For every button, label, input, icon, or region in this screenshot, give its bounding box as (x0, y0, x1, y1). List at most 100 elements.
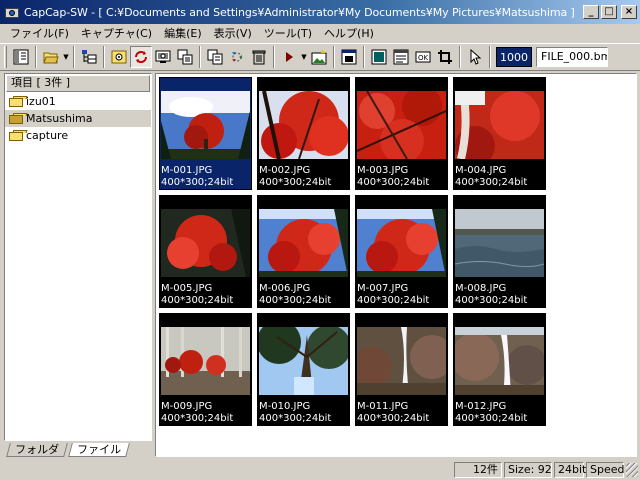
thumbnail-filename: M-012.JPG (455, 401, 507, 412)
pane-tabs: フォルダ ファイル (4, 441, 152, 457)
thumbnail-item[interactable]: M-005.JPG 400*300;24bit (159, 195, 252, 308)
recycle-icon[interactable] (226, 46, 248, 68)
thumbnail-item[interactable]: M-006.JPG 400*300;24bit (257, 195, 350, 308)
thumbnail-caption: M-005.JPG 400*300;24bit (161, 283, 233, 307)
thumbnail-info: 400*300;24bit (455, 413, 528, 424)
folder-label: capture (26, 129, 69, 142)
menu-view[interactable]: 表示(V) (208, 25, 258, 41)
thumbnail-item[interactable]: M-011.JPG 400*300;24bit (355, 313, 448, 426)
thumbnail-item[interactable]: M-012.JPG 400*300;24bit (453, 313, 546, 426)
folder-list-header[interactable]: 項目 [ 3件 ] (6, 75, 150, 92)
thumbnail-filename: M-005.JPG (161, 283, 213, 294)
ok-icon[interactable]: OK (412, 46, 434, 68)
thumbnail-item[interactable]: M-001.JPG 400*300;24bit (159, 77, 252, 190)
minimize-button[interactable]: _ (583, 5, 599, 19)
thumbnail-image (357, 91, 446, 159)
menu-edit[interactable]: 編集(E) (158, 25, 208, 41)
thumbnail-info: 400*300;24bit (259, 295, 332, 306)
text-view-icon[interactable] (390, 46, 412, 68)
photo-thumbnail (455, 327, 544, 395)
thumbnail-image (161, 327, 250, 395)
thumbnail-info: 400*300;24bit (161, 177, 234, 188)
menu-tools[interactable]: ツール(T) (258, 25, 318, 41)
thumbnail-image (357, 327, 446, 395)
filename-field[interactable]: FILE_000.bmp (536, 47, 608, 67)
copy-icon[interactable] (204, 46, 226, 68)
status-count: 12件 (454, 461, 502, 478)
capture-window-icon[interactable] (108, 46, 130, 68)
folder-pane: 項目 [ 3件 ] izu01 Matsushima capture (4, 73, 152, 441)
photo-thumbnail (161, 209, 250, 277)
toolbar-separator (35, 46, 37, 68)
toolbar: ▼ ▼ OK 1000 FILE_000.b (0, 43, 640, 71)
thumbnail-filename: M-004.JPG (455, 165, 507, 176)
thumbnail-filename: M-007.JPG (357, 283, 409, 294)
cursor-icon[interactable] (464, 46, 486, 68)
thumbnail-caption: M-008.JPG 400*300;24bit (455, 283, 527, 307)
thumbnail-grid: M-001.JPG 400*300;24bit M-002.JPG 400*300;2… (159, 77, 553, 426)
thumbnail-caption: M-010.JPG 400*300;24bit (259, 401, 331, 425)
toolbar-separator (333, 46, 335, 68)
thumbnail-item[interactable]: M-003.JPG 400*300;24bit (355, 77, 448, 190)
folder-label: izu01 (26, 95, 56, 108)
toolbar-separator (103, 46, 105, 68)
crop-icon[interactable] (434, 46, 456, 68)
toolbar-separator (459, 46, 461, 68)
menu-capture[interactable]: キャプチャ(C) (75, 25, 158, 41)
delete-icon[interactable] (248, 46, 270, 68)
thumbnail-filename: M-001.JPG (161, 165, 213, 176)
status-bar: 12件 Size: 92 24bit Speed (0, 459, 640, 480)
refresh-capture-icon[interactable] (130, 46, 152, 68)
thumbnail-filename: M-011.JPG (357, 401, 409, 412)
zoom-value-button[interactable]: 1000 (496, 47, 532, 67)
thumbnail-caption: M-002.JPG 400*300;24bit (259, 165, 331, 189)
window-title: CapCap-SW - [ C:¥Documents and Settings¥… (24, 5, 575, 19)
folder-item-capture[interactable]: capture (5, 127, 151, 144)
folder-item-izu01[interactable]: izu01 (5, 93, 151, 110)
maximize-button[interactable]: □ (601, 5, 617, 19)
status-depth: 24bit (554, 461, 586, 478)
thumbnail-filename: M-009.JPG (161, 401, 213, 412)
open-folder-icon[interactable] (40, 46, 62, 68)
open-dropdown-icon[interactable]: ▼ (62, 53, 70, 61)
folder-item-matsushima[interactable]: Matsushima (5, 110, 151, 127)
thumbnail-image (259, 327, 348, 395)
image-view-icon[interactable] (368, 46, 390, 68)
thumbnail-pane: M-001.JPG 400*300;24bit M-002.JPG 400*300;2… (155, 73, 637, 457)
toolbar-separator (73, 46, 75, 68)
thumbnail-filename: M-008.JPG (455, 283, 507, 294)
photo-thumbnail (357, 209, 446, 277)
thumbnail-item[interactable]: M-008.JPG 400*300;24bit (453, 195, 546, 308)
image-icon[interactable] (308, 46, 330, 68)
window-icon[interactable] (338, 46, 360, 68)
photo-thumbnail (161, 91, 250, 159)
app-camera-icon[interactable] (4, 4, 20, 20)
thumbnail-caption: M-011.JPG 400*300;24bit (357, 401, 429, 425)
thumbnail-item[interactable]: M-010.JPG 400*300;24bit (257, 313, 350, 426)
play-dropdown-icon[interactable]: ▼ (300, 53, 308, 61)
menu-file[interactable]: ファイル(F) (4, 25, 75, 41)
toolbar-grip[interactable] (4, 46, 7, 68)
toolbar-separator (489, 46, 491, 68)
play-icon[interactable] (278, 46, 300, 68)
panel-toggle-icon[interactable] (10, 46, 32, 68)
tab-folder[interactable]: フォルダ (6, 443, 68, 457)
tree-view-icon[interactable] (78, 46, 100, 68)
thumbnail-info: 400*300;24bit (259, 177, 332, 188)
svg-text:OK: OK (418, 54, 429, 62)
photo-thumbnail (161, 327, 250, 395)
thumbnail-item[interactable]: M-004.JPG 400*300;24bit (453, 77, 546, 190)
thumbnail-item[interactable]: M-002.JPG 400*300;24bit (257, 77, 350, 190)
close-button[interactable]: × (621, 5, 637, 19)
capture-region-icon[interactable] (174, 46, 196, 68)
thumbnail-info: 400*300;24bit (259, 413, 332, 424)
thumbnail-item[interactable]: M-009.JPG 400*300;24bit (159, 313, 252, 426)
photo-thumbnail (259, 209, 348, 277)
tab-file[interactable]: ファイル (68, 443, 130, 457)
thumbnail-item[interactable]: M-007.JPG 400*300;24bit (355, 195, 448, 308)
resize-grip[interactable] (626, 462, 638, 477)
thumbnail-info: 400*300;24bit (455, 295, 528, 306)
capture-screen-icon[interactable] (152, 46, 174, 68)
menu-help[interactable]: ヘルプ(H) (318, 25, 380, 41)
photo-thumbnail (357, 327, 446, 395)
